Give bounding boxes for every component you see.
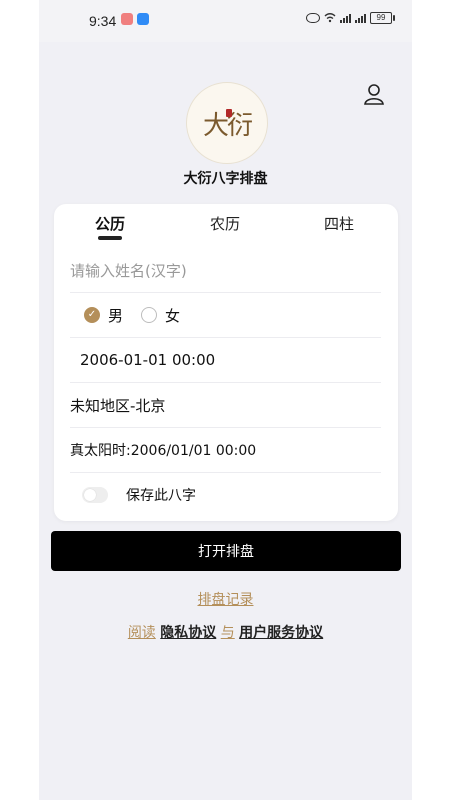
birth-datetime[interactable]: 2006-01-01 00:00: [80, 351, 215, 369]
gender-male-label: 男: [108, 306, 124, 325]
app-title: 大衍八字排盘: [183, 171, 268, 187]
open-chart-button[interactable]: 打开排盘: [51, 531, 401, 571]
name-input[interactable]: 请输入姓名(汉字): [70, 260, 187, 281]
phone-screen: 9:34 99 大衍 大衍八字排盘 公历 农历 四柱 请输入姓名(汉字) ✓ 男…: [39, 0, 412, 800]
battery-icon: 99: [370, 12, 395, 24]
name-row[interactable]: 请输入姓名(汉字): [70, 248, 381, 293]
cloud-icon: [137, 13, 149, 25]
profile-icon[interactable]: [362, 82, 386, 106]
gender-row: 男 女: [70, 293, 381, 338]
status-notifications: [121, 13, 149, 25]
circle-icon: [141, 307, 158, 323]
signal-icon-2: [355, 13, 366, 23]
privacy-link[interactable]: 隐私协议: [160, 625, 216, 641]
solar-time: 真太阳时:2006/01/01 00:00: [70, 443, 257, 459]
tab-underline: [98, 236, 122, 240]
save-toggle[interactable]: [82, 487, 108, 503]
birth-location[interactable]: 未知地区-北京: [70, 395, 165, 416]
check-circle-icon: [84, 307, 100, 323]
birth-info-card: 公历 农历 四柱 请输入姓名(汉字) 男 女 2006-01-01 00:00 …: [54, 204, 398, 521]
records-link[interactable]: 排盘记录: [39, 589, 412, 609]
read-label: 阅读: [127, 625, 156, 641]
status-time: 9:34: [89, 13, 117, 29]
save-row: 保存此八字: [70, 473, 381, 517]
save-label: 保存此八字: [126, 488, 196, 504]
agreement-line: 阅读 隐私协议 与 用户服务协议: [39, 622, 412, 642]
gender-male-option[interactable]: 男: [84, 305, 123, 326]
tab-gregorian[interactable]: 公历: [95, 213, 125, 234]
status-icons: 99: [306, 12, 395, 24]
eye-icon: [306, 13, 320, 23]
status-bar: 9:34 99: [39, 0, 412, 42]
signal-icon: [340, 13, 351, 23]
calendar-icon: [121, 13, 133, 25]
datetime-row[interactable]: 2006-01-01 00:00: [70, 338, 381, 383]
calendar-tabs: 公历 农历 四柱: [54, 204, 398, 248]
location-row[interactable]: 未知地区-北京: [70, 383, 381, 428]
logo-seal: [226, 109, 232, 117]
solar-time-row: 真太阳时:2006/01/01 00:00: [70, 428, 381, 473]
tab-lunar[interactable]: 农历: [210, 213, 240, 234]
gender-female-option[interactable]: 女: [141, 305, 180, 326]
terms-link[interactable]: 用户服务协议: [239, 625, 323, 641]
tab-four-pillars[interactable]: 四柱: [324, 213, 354, 234]
wifi-icon: [324, 13, 336, 23]
and-label: 与: [220, 625, 235, 641]
gender-female-label: 女: [165, 306, 181, 325]
app-logo: 大衍: [186, 82, 268, 164]
